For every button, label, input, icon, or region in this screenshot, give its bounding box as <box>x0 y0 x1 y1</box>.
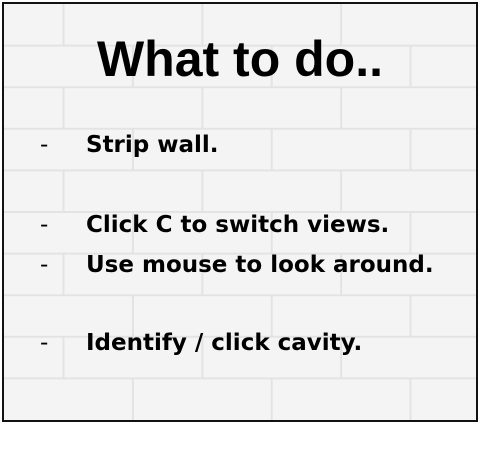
bullet-dash: - <box>40 212 49 238</box>
instructions-panel: What to do.. - Strip wall. - Click C to … <box>2 2 478 422</box>
panel-title: What to do.. <box>96 31 384 87</box>
instruction-text: Use mouse to look around. <box>86 252 434 278</box>
bullet-dash: - <box>40 132 49 158</box>
instruction-text: Click C to switch views. <box>86 212 390 238</box>
bullet-dash: - <box>40 330 49 356</box>
instruction-text: Strip wall. <box>86 132 219 158</box>
bullet-dash: - <box>40 252 49 278</box>
instruction-text: Identify / click cavity. <box>86 330 363 356</box>
